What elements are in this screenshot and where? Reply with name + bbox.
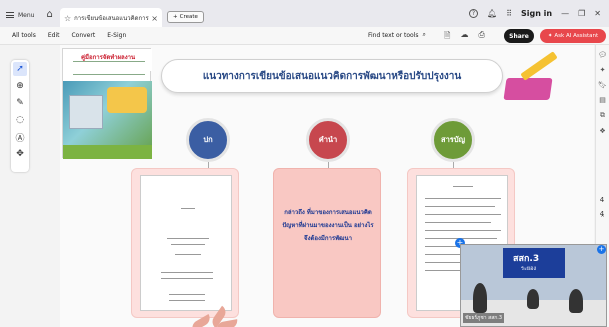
menu-button[interactable]: Menu <box>6 12 34 19</box>
lasso-icon[interactable]: ◌ <box>13 113 27 127</box>
close-window-icon[interactable]: ✕ <box>594 9 601 18</box>
zoom-icon[interactable]: ⊕ <box>13 79 27 93</box>
tab-title: การเขียนข้อเสนอแนวคิดการพัฒ... <box>74 15 149 22</box>
notifications-icon[interactable]: 🔔︎ <box>487 9 497 18</box>
minimize-icon[interactable]: — <box>561 9 569 18</box>
plus-icon: + <box>173 14 178 20</box>
hamburger-icon <box>6 12 14 18</box>
search-icon: ⌕ <box>422 31 426 38</box>
ai-sparkle-icon: ✦ <box>547 33 553 39</box>
document-tab[interactable]: ☆ การเขียนข้อเสนอแนวคิดการพัฒ... × <box>60 8 162 28</box>
ask-ai-label: Ask AI Assistant <box>554 33 599 39</box>
left-tool-panel: ➚ ⊕ ✎ ◌ Ⓐ ✥ <box>11 60 29 172</box>
video-call-overlay[interactable]: สสก.3 ระยอง ชัยธร์ภูชา สสก.3 + <box>460 244 607 327</box>
cover-page-thumbnail <box>140 175 232 311</box>
slide-title: แนวทางการเขียนข้อเสนอแนวคิดการพัฒนาหรือป… <box>161 59 503 93</box>
building-image <box>69 95 103 129</box>
upload-cloud-icon[interactable]: ☁ <box>460 30 468 44</box>
select-cursor-icon[interactable]: ➚ <box>13 62 27 76</box>
cover-illustration <box>63 81 152 145</box>
manual-cover-image: คู่มือการจัดทำผลงาน <box>62 48 152 159</box>
text-select-icon[interactable]: Ⓐ <box>13 130 27 144</box>
apps-icon[interactable]: ⠿ <box>506 9 512 18</box>
toolbar: All tools Edit Convert E-Sign Find text … <box>0 27 609 45</box>
participant-figure <box>527 289 539 309</box>
backdrop-banner: สสก.3 ระยอง <box>503 248 565 278</box>
participant-figure <box>473 283 487 313</box>
preface-description: กล่าวถึง ที่มาของการเสนอแนวคิด ปัญหาที่ผ… <box>282 209 374 242</box>
attachments-icon[interactable]: ⧉ <box>600 111 605 120</box>
menu-label: Menu <box>18 11 35 19</box>
pages-icon[interactable]: ▤ <box>599 96 606 104</box>
create-label: Create <box>179 14 198 20</box>
menu-edit[interactable]: Edit <box>48 32 60 39</box>
bookmark-icon[interactable]: 🔖︎ <box>598 81 607 89</box>
layers-icon[interactable]: ❖ <box>599 127 605 135</box>
backdrop-title: สสก.3 <box>513 254 540 264</box>
maximize-icon[interactable]: ❐ <box>578 9 585 18</box>
menu-convert[interactable]: Convert <box>71 32 95 39</box>
home-icon[interactable]: ⌂ <box>46 10 56 20</box>
section-circle-preface: คำนำ <box>306 118 350 162</box>
page-number-indicator: 4 4 <box>597 196 607 218</box>
backdrop-subtitle: ระยอง <box>521 266 537 272</box>
sign-in-button[interactable]: Sign in <box>521 9 552 18</box>
save-icon[interactable]: 🗎︎ <box>444 30 450 44</box>
help-icon[interactable]: ? <box>468 9 478 18</box>
close-tab-icon[interactable]: × <box>151 14 158 23</box>
share-button[interactable]: Share <box>504 29 534 43</box>
page-number-total: 4 <box>599 210 605 218</box>
preface-card: กล่าวถึง ที่มาของการเสนอแนวคิด ปัญหาที่ผ… <box>273 168 381 318</box>
section-circle-contents: สารบัญ <box>431 118 475 162</box>
cover-example-card <box>131 168 239 318</box>
participant-name-label: ชัยธร์ภูชา สสก.3 <box>463 313 505 323</box>
comment-icon[interactable]: 💬︎ <box>598 51 607 59</box>
menu-e-sign[interactable]: E-Sign <box>107 32 126 39</box>
graphic-image <box>107 87 147 113</box>
pencil-book-illustration <box>503 51 558 104</box>
pen-icon[interactable]: ✎ <box>13 96 27 110</box>
leaf-decoration <box>189 303 240 327</box>
section-circle-cover: ปก <box>186 118 230 162</box>
find-label: Find text or tools <box>368 31 419 39</box>
print-icon[interactable]: ⎙ <box>478 30 484 44</box>
participant-figure <box>569 289 583 313</box>
menu-all-tools[interactable]: All tools <box>12 32 36 39</box>
ai-chat-icon[interactable]: ✦ <box>600 66 606 74</box>
page-number-current: 4 <box>599 196 605 204</box>
ask-ai-assistant-button[interactable]: ✦ Ask AI Assistant <box>540 29 606 43</box>
create-button[interactable]: + Create <box>167 11 204 23</box>
video-plus-icon[interactable]: + <box>597 245 606 254</box>
star-icon[interactable]: ☆ <box>64 14 71 23</box>
title-bar: Menu ⌂ ☆ การเขียนข้อเสนอแนวคิดการพัฒ... … <box>0 0 609 30</box>
find-tools[interactable]: Find text or tools ⌕ <box>368 31 426 39</box>
stamp-icon[interactable]: ✥ <box>13 147 27 161</box>
